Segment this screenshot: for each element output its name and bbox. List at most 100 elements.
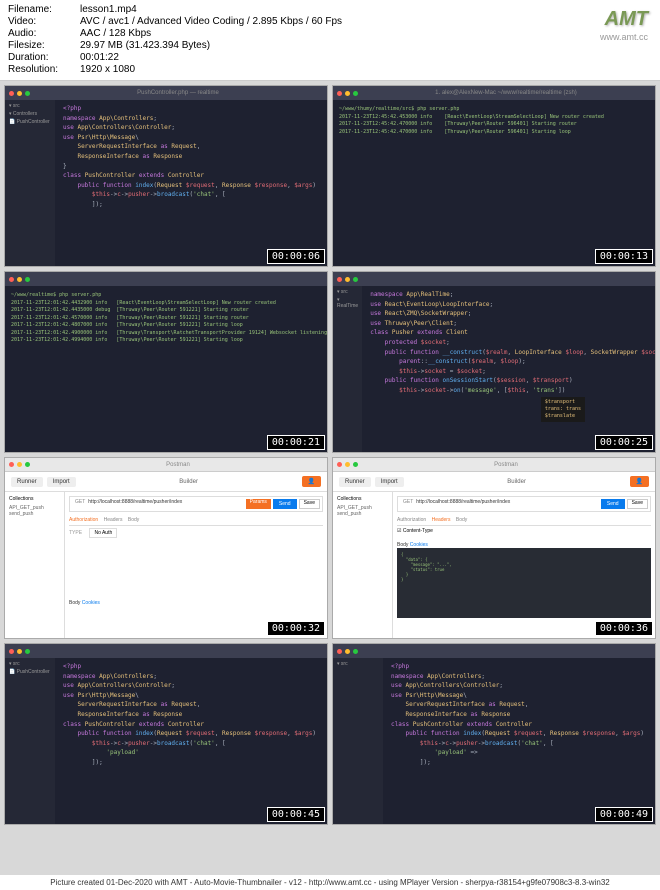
postman-main: GET http://localhost:8888/realtime/pushe… — [65, 492, 327, 638]
timestamp: 00:00:32 — [267, 621, 325, 636]
minimize-icon — [17, 649, 22, 654]
timestamp: 00:00:13 — [595, 249, 653, 264]
file-sidebar: ▾ src 📄 PushController — [5, 658, 55, 824]
filename-value: lesson1.mp4 — [80, 4, 137, 15]
minimize-icon — [345, 277, 350, 282]
maximize-icon — [353, 277, 358, 282]
url-input[interactable]: http://localhost:8888/realtime/pusher/in… — [88, 499, 245, 509]
filesize-label: Filesize: — [8, 40, 80, 51]
minimize-icon — [345, 462, 350, 467]
postman-main: GET http://localhost:8888/realtime/pushe… — [393, 492, 655, 638]
close-icon — [9, 649, 14, 654]
response-body: { "data": { "message": "...", "status": … — [397, 548, 651, 618]
user-badge[interactable]: 👤 — [302, 476, 321, 487]
close-icon — [9, 91, 14, 96]
params-button[interactable]: Params — [246, 499, 271, 509]
body-tab[interactable]: Body — [128, 517, 139, 523]
terminal: ~/www/thumy/realtime/src$ php server.php… — [333, 100, 655, 142]
postman-sidebar: Collections API_GET_push send_push — [5, 492, 65, 638]
minimize-icon — [17, 462, 22, 467]
headers-tab[interactable]: Headers — [432, 517, 451, 523]
video-label: Video: — [8, 16, 80, 27]
duration-value: 00:01:22 — [80, 52, 119, 63]
maximize-icon — [25, 91, 30, 96]
window-titlebar: Postman — [5, 458, 327, 472]
timestamp: 00:00:25 — [595, 435, 653, 450]
file-sidebar: ▾ src ▾ RealTime — [333, 286, 362, 452]
close-icon — [337, 462, 342, 467]
timestamp: 00:00:06 — [267, 249, 325, 264]
video-value: AVC / avc1 / Advanced Video Coding / 2.8… — [80, 16, 342, 27]
maximize-icon — [353, 91, 358, 96]
file-sidebar: ▾ src — [333, 658, 383, 824]
window-titlebar: 1. alex@AlexNew-Mac ~/www/realtime/realt… — [333, 86, 655, 100]
thumbnail-3: ~/www/realtime$ php server.php 2017-11-2… — [4, 271, 328, 453]
footer-text: Picture created 01-Dec-2020 with AMT - A… — [0, 875, 660, 890]
close-icon — [9, 277, 14, 282]
autocomplete-tooltip: $transport trans: trans $translate — [541, 397, 585, 422]
postman-sidebar: Collections API_GET_push send_push — [333, 492, 393, 638]
method-select[interactable]: GET — [400, 499, 416, 509]
duration-label: Duration: — [8, 52, 80, 63]
window-titlebar: Postman — [333, 458, 655, 472]
method-select[interactable]: GET — [72, 499, 88, 509]
window-titlebar — [333, 644, 655, 658]
metadata-header: Filename:lesson1.mp4 Video:AVC / avc1 / … — [0, 0, 660, 81]
import-button[interactable]: Import — [47, 477, 76, 487]
send-button[interactable]: Send — [601, 499, 625, 509]
thumbnail-5: Postman Runner Import Builder 👤 Collecti… — [4, 457, 328, 639]
minimize-icon — [17, 91, 22, 96]
runner-button[interactable]: Runner — [11, 477, 43, 487]
filesize-value: 29.97 MB (31.423.394 Bytes) — [80, 40, 210, 51]
thumbnail-7: ▾ src 📄 PushController <?php namespace A… — [4, 643, 328, 825]
window-title: Postman — [33, 462, 323, 468]
postman-toolbar: Runner Import Builder 👤 — [5, 472, 327, 492]
thumbnail-2: 1. alex@AlexNew-Mac ~/www/realtime/realt… — [332, 85, 656, 267]
timestamp: 00:00:21 — [267, 435, 325, 450]
body-section: Body Cookies — [69, 600, 323, 606]
timestamp: 00:00:49 — [595, 807, 653, 822]
thumbnail-4: ▾ src ▾ RealTime namespace App\RealTime;… — [332, 271, 656, 453]
close-icon — [337, 649, 342, 654]
save-button[interactable]: Save — [299, 499, 320, 509]
thumbnail-8: ▾ src <?php namespace App\Controllers; u… — [332, 643, 656, 825]
code-editor: <?php namespace App\Controllers; use App… — [383, 658, 655, 824]
thumbnail-6: Postman Runner Import Builder 👤 Collecti… — [332, 457, 656, 639]
maximize-icon — [353, 649, 358, 654]
window-title: Postman — [361, 462, 651, 468]
send-button[interactable]: Send — [273, 499, 297, 509]
amt-url: www.amt.cc — [600, 32, 648, 42]
resolution-label: Resolution: — [8, 64, 80, 75]
close-icon — [9, 462, 14, 467]
timestamp: 00:00:45 — [267, 807, 325, 822]
thumbnail-grid: PushController.php — realtime ▾ src ▾ Co… — [0, 81, 660, 829]
close-icon — [337, 91, 342, 96]
url-input[interactable]: http://localhost:8888/realtime/pusher/in… — [416, 499, 599, 509]
audio-label: Audio: — [8, 28, 80, 39]
auth-type-select[interactable]: No Auth — [89, 528, 117, 538]
window-title: 1. alex@AlexNew-Mac ~/www/realtime/realt… — [361, 90, 651, 96]
maximize-icon — [25, 649, 30, 654]
import-button[interactable]: Import — [375, 477, 404, 487]
minimize-icon — [345, 91, 350, 96]
maximize-icon — [353, 462, 358, 467]
headers-tab[interactable]: Headers — [104, 517, 123, 523]
minimize-icon — [17, 277, 22, 282]
window-titlebar: PushController.php — realtime — [5, 86, 327, 100]
code-editor: <?php namespace App\Controllers; use App… — [55, 100, 327, 266]
builder-tab[interactable]: Builder — [80, 479, 298, 485]
save-button[interactable]: Save — [627, 499, 648, 509]
postman-toolbar: Runner Import Builder 👤 — [333, 472, 655, 492]
window-titlebar — [5, 644, 327, 658]
code-editor: <?php namespace App\Controllers; use App… — [55, 658, 327, 824]
builder-tab[interactable]: Builder — [408, 479, 626, 485]
filename-label: Filename: — [8, 4, 80, 15]
window-titlebar — [333, 272, 655, 286]
auth-tab[interactable]: Authorization — [69, 517, 98, 523]
audio-value: AAC / 128 Kbps — [80, 28, 151, 39]
amt-logo: AMT — [605, 8, 648, 31]
timestamp: 00:00:36 — [595, 621, 653, 636]
runner-button[interactable]: Runner — [339, 477, 371, 487]
code-editor: namespace App\RealTime; use React\EventL… — [362, 286, 656, 452]
user-badge[interactable]: 👤 — [630, 476, 649, 487]
